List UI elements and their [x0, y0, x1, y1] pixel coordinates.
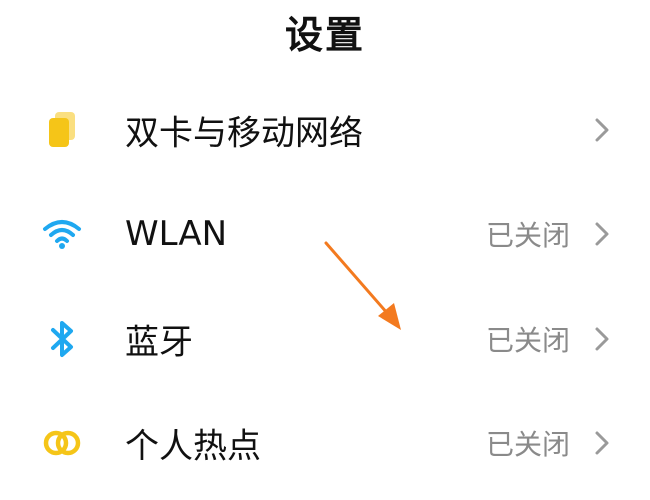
sim-card-icon — [40, 108, 84, 152]
status-text: 已关闭 — [485, 219, 570, 252]
chevron-right-icon — [592, 219, 612, 249]
chevron-right-icon — [592, 428, 612, 458]
settings-item-bluetooth[interactable]: 蓝牙 已关闭 — [0, 291, 650, 387]
status-text: 已关闭 — [485, 324, 570, 357]
wifi-icon — [40, 212, 84, 256]
page-title: 设置 — [284, 13, 365, 57]
settings-item-wlan[interactable]: WLAN 已关闭 — [0, 186, 650, 282]
chevron-right-icon — [592, 115, 612, 145]
hotspot-icon — [40, 421, 84, 465]
settings-item-hotspot[interactable]: 个人热点 已关闭 — [0, 395, 650, 491]
settings-item-label: 双卡与移动网络 — [125, 113, 363, 154]
settings-item-label: 蓝牙 — [125, 322, 193, 363]
status-text: 已关闭 — [485, 428, 570, 461]
settings-item-dual-sim[interactable]: 双卡与移动网络 — [0, 82, 650, 178]
settings-item-label: WLAN — [125, 214, 228, 254]
bluetooth-icon — [40, 317, 84, 361]
chevron-right-icon — [592, 324, 612, 354]
settings-item-label: 个人热点 — [125, 426, 261, 467]
